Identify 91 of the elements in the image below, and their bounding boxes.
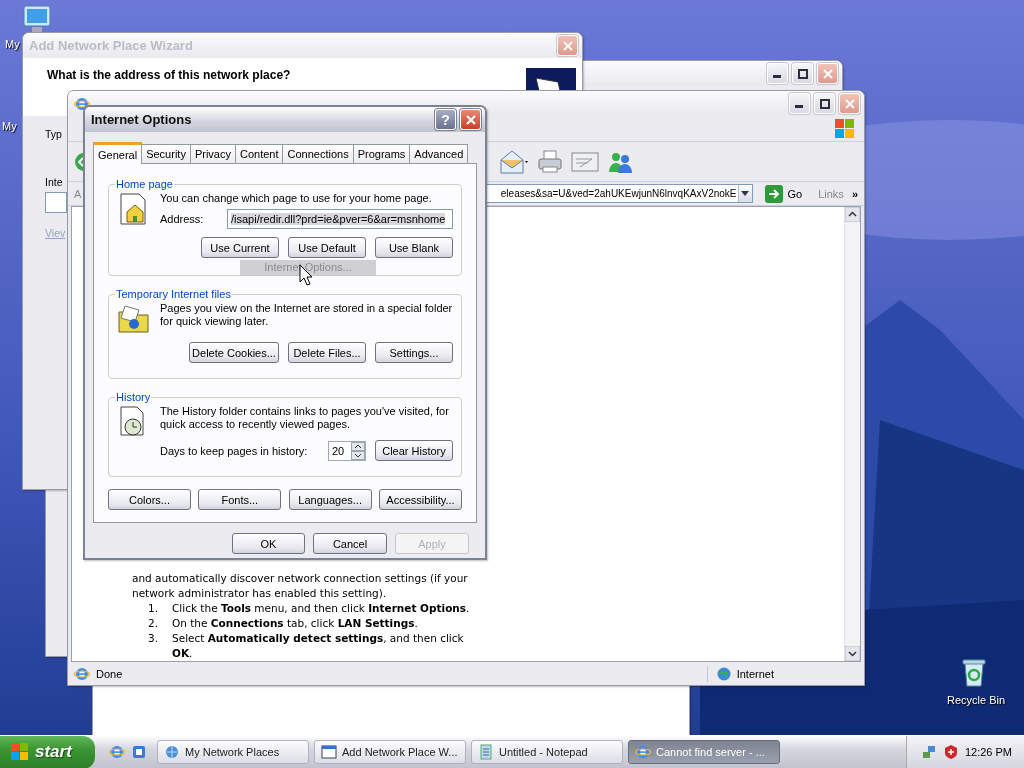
field-label: Inte <box>45 176 63 188</box>
maximize-icon <box>797 68 808 79</box>
button[interactable]: Delete Cookies... <box>189 342 279 363</box>
window-title: Add Network Place Wizard <box>29 38 194 53</box>
network-icon[interactable] <box>920 744 937 760</box>
windows-logo-icon <box>834 117 856 140</box>
close-icon <box>822 68 833 79</box>
address-label: A <box>74 187 82 200</box>
edit-icon[interactable] <box>571 149 599 174</box>
input-field[interactable] <box>45 192 67 213</box>
tab[interactable]: Advanced <box>409 144 469 163</box>
paragraph: and automatically discover network connection settings (if your network administrator has enabled this setting). <box>132 571 469 601</box>
network-places-icon <box>164 744 180 760</box>
maximize-button[interactable] <box>814 93 835 114</box>
tab[interactable]: Privacy <box>189 144 236 163</box>
taskbar-item[interactable]: Add Network Place W... <box>314 740 466 764</box>
tab[interactable]: Content <box>234 144 284 163</box>
drag-ghost: Internet Options... <box>240 260 376 276</box>
description: The History folder contains links to pages you've visited, for quick access to recently viewed pages. <box>160 405 450 431</box>
start-button[interactable]: start <box>0 735 95 768</box>
taskbar-item[interactable]: My Network Places <box>157 740 309 764</box>
desktop-icon-label[interactable]: My <box>2 120 17 132</box>
group-title: Temporary Internet files <box>115 288 232 300</box>
close-icon <box>844 98 855 109</box>
button[interactable]: Delete Files... <box>288 342 366 363</box>
address-field[interactable]: /isapi/redir.dll?prd=ie&pver=6&ar=msnhome <box>227 209 453 229</box>
description: Pages you view on the Internet are stored in a special folder for quick viewing later. <box>160 302 453 328</box>
dropdown-icon <box>741 190 749 197</box>
address-label: Address: <box>160 213 205 225</box>
taskbar-item[interactable]: Untitled - Notepad <box>471 740 623 764</box>
step-number: 3. <box>148 631 160 646</box>
notepad-icon <box>478 744 494 760</box>
scroll-down-icon[interactable] <box>845 646 860 661</box>
button[interactable]: Use Current <box>201 237 279 258</box>
ie-icon <box>635 744 651 760</box>
button[interactable]: Settings... <box>375 342 453 363</box>
tab[interactable]: General <box>93 142 143 164</box>
globe-icon <box>715 665 732 682</box>
minimize-button[interactable] <box>789 93 810 114</box>
close-icon <box>562 40 573 51</box>
printer-icon[interactable] <box>537 148 563 175</box>
group-title: Home page <box>115 178 174 190</box>
desktop-icon[interactable] <box>131 744 147 760</box>
ie-icon <box>74 95 90 112</box>
minimize-button[interactable] <box>767 63 788 84</box>
button[interactable]: Languages... <box>288 489 372 510</box>
tab[interactable]: Connections <box>282 144 354 163</box>
go-button[interactable]: Go <box>760 184 807 203</box>
button[interactable]: OK <box>232 533 305 554</box>
ie-icon[interactable] <box>109 744 125 760</box>
tab[interactable]: Programs <box>352 144 411 163</box>
recycle-bin-label[interactable]: Recycle Bin <box>947 694 1006 706</box>
page-icon <box>74 665 90 682</box>
days-label: Days to keep pages in history: <box>160 444 308 457</box>
close-button[interactable] <box>557 35 578 56</box>
scrollbar[interactable] <box>844 207 860 661</box>
step-number: 2. <box>148 616 160 631</box>
folder-icon <box>117 302 151 336</box>
clock: 12:26 PM <box>964 746 1012 758</box>
desktop-icon-label[interactable]: My <box>5 38 20 50</box>
zone-text: Internet <box>736 667 774 680</box>
window-icon <box>321 744 337 760</box>
button[interactable]: Use Default <box>288 237 366 258</box>
group-title: History <box>115 391 152 403</box>
button[interactable]: Clear History <box>375 440 453 461</box>
button[interactable]: Accessibility... <box>379 489 462 510</box>
status-text: Done <box>96 667 123 680</box>
step-text: Select Automatically detect settings, and then click OK. <box>172 631 465 661</box>
button[interactable]: Fonts... <box>198 489 282 510</box>
button[interactable]: Cancel <box>313 533 387 554</box>
step-text: On the Connections tab, click LAN Settings. <box>172 616 418 631</box>
wizard-heading: What is the address of this network place? <box>47 68 291 82</box>
field-label: Typ <box>45 128 62 140</box>
tab[interactable]: Security <box>141 144 191 163</box>
windows-logo-icon <box>10 742 30 762</box>
close-icon <box>465 114 476 125</box>
step-text: Click the Tools menu, and then click Internet Options. <box>172 601 470 616</box>
dialog-title: Internet Options <box>91 112 193 127</box>
maximize-icon <box>819 98 830 109</box>
close-button[interactable] <box>460 109 481 130</box>
description: You can change which page to use for your home page. <box>160 192 433 205</box>
shield-icon[interactable] <box>942 744 959 760</box>
maximize-button[interactable] <box>792 63 813 84</box>
button[interactable]: Use Blank <box>375 237 453 258</box>
button[interactable]: Colors... <box>108 489 191 510</box>
days-field[interactable]: 20 <box>328 440 366 461</box>
more-button[interactable]: » <box>851 187 858 200</box>
scroll-up-icon[interactable] <box>845 207 860 222</box>
mail-icon[interactable] <box>499 148 529 175</box>
spin-icon <box>351 441 365 460</box>
step-number: 1. <box>148 601 160 616</box>
